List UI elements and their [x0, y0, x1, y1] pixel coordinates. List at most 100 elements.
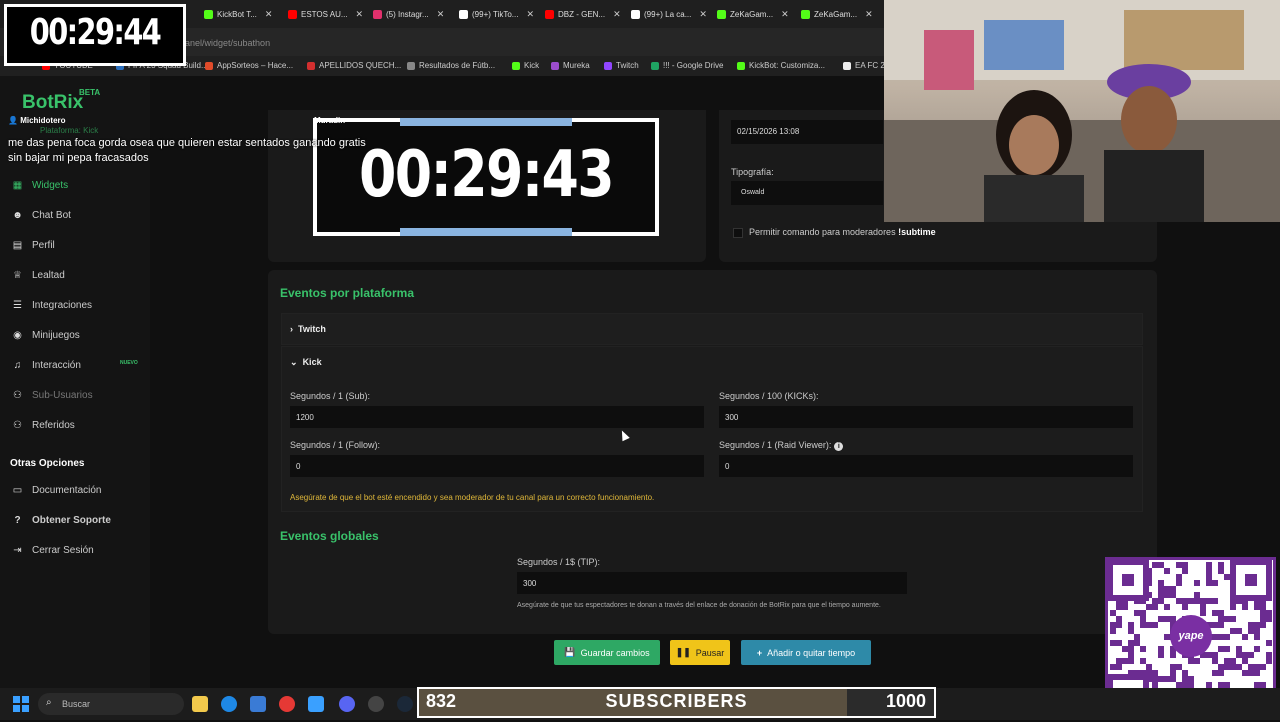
- typography-label: Tipografía:: [731, 167, 774, 177]
- raid-seconds-input[interactable]: 0: [719, 455, 1133, 477]
- add-time-button[interactable]: + Añadir o quitar tiempo: [741, 640, 871, 665]
- close-tab-icon[interactable]: ✕: [699, 9, 707, 20]
- file-explorer-icon[interactable]: [192, 696, 208, 712]
- taskbar-search[interactable]: [38, 693, 184, 715]
- bookmark-item[interactable]: AppSorteos – Hace...: [205, 61, 293, 70]
- chat-username-2: Muradin: [314, 116, 346, 125]
- end-date-input[interactable]: 02/15/2026 13:08: [731, 120, 883, 144]
- obs-icon[interactable]: [368, 696, 384, 712]
- accordion-kick-text: Kick: [302, 357, 322, 367]
- sidebar-other-item-label: Obtener Soporte: [32, 515, 111, 526]
- chevron-down-icon: ⌄: [290, 357, 298, 367]
- browser-tab[interactable]: (5) Instagr... ✕: [373, 4, 455, 24]
- edge-icon[interactable]: [221, 696, 237, 712]
- follow-seconds-input[interactable]: 0: [290, 455, 704, 477]
- sidebar-item[interactable]: ▤ Perfil: [12, 240, 55, 251]
- global-events-title: Eventos globales: [280, 529, 379, 543]
- browser-tab[interactable]: (99+) TikTo... ✕: [459, 4, 541, 24]
- sidebar-item[interactable]: ⚇ Referidos: [12, 420, 75, 431]
- close-tab-icon[interactable]: ✕: [356, 9, 364, 20]
- close-tab-icon[interactable]: ✕: [613, 9, 621, 20]
- browser-tab-label: (99+) TikTo...: [472, 9, 519, 19]
- bookmark-icon: [307, 61, 315, 70]
- robot-icon: ☻: [12, 210, 23, 221]
- tab-favicon-icon: [204, 9, 213, 19]
- browser-tab[interactable]: ZeKaGam... ✕: [801, 4, 883, 24]
- raid-seconds-label: Segundos / 1 (Raid Viewer): i: [719, 440, 844, 451]
- bookmark-item[interactable]: Kick: [512, 61, 539, 70]
- sidebar-item[interactable]: ♫ Interacción: [12, 360, 81, 371]
- close-tab-icon[interactable]: ✕: [437, 9, 445, 20]
- browser-tab[interactable]: KickBot T... ✕: [204, 4, 286, 24]
- close-tab-icon[interactable]: ✕: [781, 9, 789, 20]
- browser-tab[interactable]: ESTOS AU... ✕: [288, 4, 370, 24]
- bookmark-label: Resultados de Fútb...: [419, 61, 496, 70]
- raid-seconds-text: Segundos / 1 (Raid Viewer):: [719, 440, 832, 450]
- tip-seconds-input[interactable]: 300: [517, 572, 907, 594]
- list-icon: ☰: [13, 300, 22, 311]
- bookmark-item[interactable]: Resultados de Fútb...: [407, 61, 495, 70]
- bookmark-label: Twitch: [616, 61, 639, 70]
- accordion-twitch-text: Twitch: [298, 324, 326, 334]
- sidebar-other-item[interactable]: ▭ Documentación: [12, 485, 102, 496]
- mod-command-checkbox[interactable]: [733, 228, 743, 238]
- app-icon[interactable]: [308, 696, 324, 712]
- close-tab-icon[interactable]: ✕: [265, 9, 273, 20]
- document-icon: ▭: [12, 485, 23, 496]
- sidebar-item[interactable]: ♕ Lealtad: [12, 270, 65, 281]
- bookmark-item[interactable]: Mureka: [551, 61, 590, 70]
- sidebar-item-label: Lealtad: [32, 270, 65, 281]
- platform-line: Plataforma: Kick: [40, 126, 99, 135]
- sub-seconds-input[interactable]: 1200: [290, 406, 704, 428]
- tip-seconds-label: Segundos / 1$ (TIP):: [517, 557, 601, 567]
- discord-icon[interactable]: [339, 696, 355, 712]
- accordion-twitch[interactable]: [281, 313, 1143, 345]
- bookmark-item[interactable]: !!! - Google Drive: [651, 61, 723, 70]
- save-button[interactable]: 💾 Guardar cambios: [554, 640, 660, 665]
- sidebar-item[interactable]: ☻ Chat Bot: [12, 210, 71, 221]
- typography-select[interactable]: Oswald: [731, 181, 883, 205]
- info-icon[interactable]: i: [834, 442, 844, 451]
- browser-tab[interactable]: DBZ - GEN... ✕: [545, 4, 627, 24]
- sidebar-item[interactable]: ◉ Minijuegos: [12, 330, 80, 341]
- bookmark-item[interactable]: EA FC 26: [843, 61, 889, 70]
- sidebar-item[interactable]: ⚇ Sub-Usuarios: [12, 390, 93, 401]
- browser-tab-label: ESTOS AU...: [301, 9, 348, 19]
- browser-tab[interactable]: (99+) La ca... ✕: [631, 4, 713, 24]
- mod-command-code: !subtime: [898, 227, 936, 237]
- browser-tab[interactable]: ZeKaGam... ✕: [717, 4, 799, 24]
- chrome-icon[interactable]: [279, 696, 295, 712]
- bookmark-item[interactable]: KickBot: Customiza...: [737, 61, 825, 70]
- bookmark-label: Mureka: [563, 61, 590, 70]
- pause-icon: ❚❚: [675, 647, 691, 657]
- bookmark-icon: [651, 61, 659, 70]
- close-tab-icon[interactable]: ✕: [865, 9, 873, 20]
- music-icon: ♫: [13, 360, 22, 371]
- accordion-twitch-label[interactable]: › Twitch: [290, 324, 326, 334]
- bookmark-item[interactable]: Twitch: [604, 61, 639, 70]
- store-icon[interactable]: [250, 696, 266, 712]
- windows-start-icon[interactable]: [13, 696, 29, 712]
- trophy-icon: ♕: [13, 270, 22, 281]
- tab-favicon-icon: [459, 9, 468, 19]
- subscribers-goal: 1000: [886, 691, 927, 711]
- accordion-kick: [281, 346, 1143, 512]
- url-text[interactable]: panel/widget/subathon: [180, 38, 270, 48]
- sidebar-item-label: Referidos: [32, 420, 75, 431]
- bookmark-label: AppSorteos – Hace...: [217, 61, 294, 70]
- kicks-seconds-label: Segundos / 100 (KICKs):: [719, 391, 819, 401]
- sidebar-item[interactable]: ☰ Integraciones: [12, 300, 92, 311]
- tab-favicon-icon: [288, 9, 297, 19]
- beta-badge: BETA: [79, 88, 101, 97]
- kicks-seconds-input[interactable]: 300: [719, 406, 1133, 428]
- steam-icon[interactable]: [397, 696, 413, 712]
- sidebar-item[interactable]: ▦ Widgets: [12, 180, 68, 191]
- bookmark-icon: [205, 61, 213, 70]
- accordion-kick-label[interactable]: ⌄ Kick: [290, 357, 322, 368]
- bookmark-item[interactable]: APELLIDOS QUECH...: [307, 61, 401, 70]
- pause-button[interactable]: ❚❚ Pausar: [670, 640, 730, 665]
- sidebar-other-item[interactable]: ⇥ Cerrar Sesión: [12, 545, 93, 556]
- close-tab-icon[interactable]: ✕: [526, 9, 534, 20]
- botrix-logo[interactable]: BotRix: [22, 92, 83, 114]
- sidebar-other-item[interactable]: ? Obtener Soporte: [12, 515, 111, 526]
